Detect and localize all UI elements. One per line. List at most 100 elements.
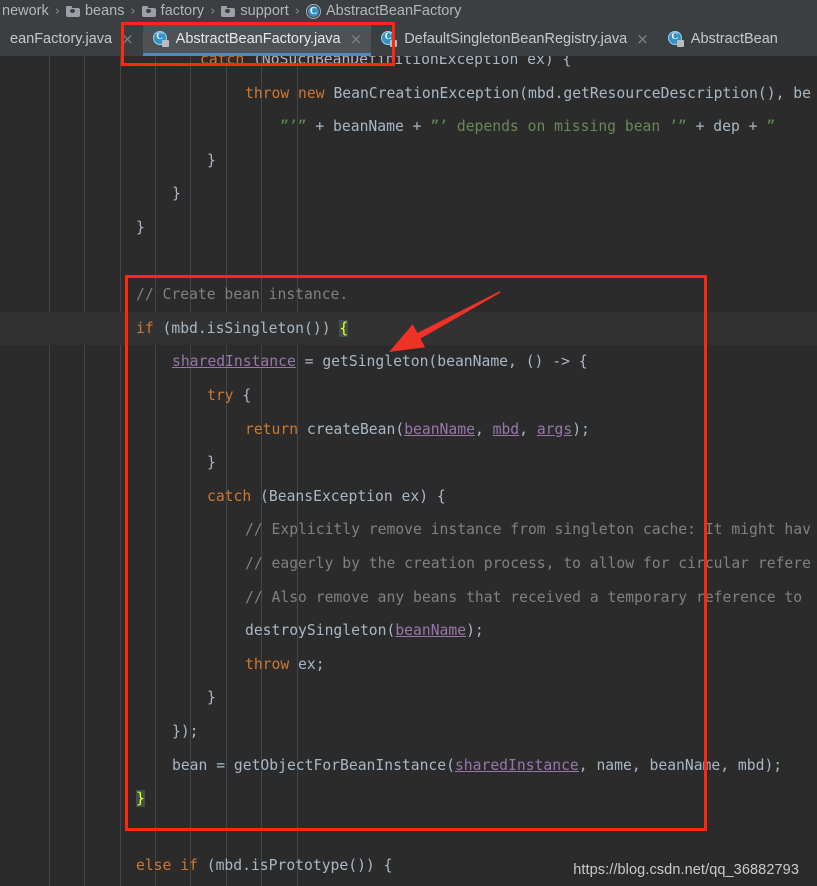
code-token: sharedInstance xyxy=(454,756,579,774)
code-token: ); xyxy=(466,622,484,640)
breadcrumb-item-nework[interactable]: nework xyxy=(0,3,51,19)
code-line[interactable]: bean = getObjectForBeanInstance(sharedIn… xyxy=(172,749,782,783)
current-line-highlight xyxy=(0,311,817,346)
breadcrumb: nework › beans › factory › support › C AbstractBe… xyxy=(0,0,817,22)
code-token: } xyxy=(207,689,216,707)
breadcrumb-item-label: factory xyxy=(160,3,205,19)
editor-tab-label: eanFactory.java xyxy=(10,31,113,47)
code-token: } xyxy=(136,219,145,236)
code-token: throw xyxy=(245,655,290,673)
code-token: (mbd.isSingleton()) xyxy=(153,319,340,337)
code-token: (NoSuchBeanDefinitionException ex) { xyxy=(253,56,572,68)
code-line[interactable]: } xyxy=(207,681,216,715)
editor-tab-0[interactable]: eanFactory.java × xyxy=(0,22,143,56)
breadcrumb-item-factory[interactable]: factory xyxy=(140,3,207,19)
breadcrumb-separator: › xyxy=(130,3,136,19)
breadcrumb-separator: › xyxy=(54,3,60,19)
code-token: else if xyxy=(136,857,198,875)
code-line[interactable]: if (mbd.isSingleton()) { xyxy=(136,312,349,346)
code-token: ” xyxy=(766,118,776,136)
code-token: (BeansException ex) { xyxy=(251,487,446,505)
code-token: mbd xyxy=(492,420,520,438)
code-line[interactable]: // eagerly by the creation process, to a… xyxy=(245,547,811,581)
code-line[interactable]: } xyxy=(172,177,181,211)
java-class-icon: C xyxy=(381,31,398,47)
ide-window: nework › beans › factory › support › C AbstractBe… xyxy=(0,0,817,886)
code-token: ”’” xyxy=(280,118,307,136)
editor-tab-label: AbstractBean xyxy=(690,31,778,47)
code-token: return xyxy=(245,420,299,438)
java-class-icon: C xyxy=(667,31,684,47)
code-token: = getSingleton(beanName, () -> { xyxy=(295,353,588,371)
code-token: } xyxy=(136,790,145,808)
folder-icon xyxy=(221,5,236,17)
code-line[interactable]: sharedInstance = getSingleton(beanName, … xyxy=(172,345,588,379)
code-line[interactable]: } xyxy=(207,446,216,480)
source-watermark: https://blog.csdn.net/qq_36882793 xyxy=(573,862,799,878)
code-token: // Create bean instance. xyxy=(136,286,349,304)
code-token: beanName xyxy=(395,622,467,640)
code-token: args xyxy=(536,420,573,438)
code-token: } xyxy=(172,185,181,203)
code-line[interactable]: } xyxy=(136,211,145,245)
close-icon[interactable]: × xyxy=(119,31,134,47)
code-lines[interactable]: catch (NoSuchBeanDefinitionException ex)… xyxy=(0,56,817,886)
code-token: ”’ depends on missing bean ’” xyxy=(430,118,687,136)
code-token: // Explicitly remove instance from singl… xyxy=(245,521,811,539)
code-token: BeanCreationException(mbd.getResourceDes… xyxy=(333,84,811,102)
code-token: { xyxy=(233,387,252,404)
code-token: catch xyxy=(207,487,252,505)
code-token: destroySingleton( xyxy=(245,622,396,640)
code-token: } xyxy=(207,151,216,169)
code-token: // Also remove any beans that received a… xyxy=(245,588,803,606)
code-token: { xyxy=(339,319,349,337)
breadcrumb-item-beans[interactable]: beans xyxy=(64,3,127,19)
editor-tab-label: AbstractBeanFactory.java xyxy=(175,31,341,47)
code-line[interactable]: destroySingleton(beanName); xyxy=(245,614,484,648)
breadcrumb-item-support[interactable]: support xyxy=(219,3,290,19)
editor-tab-3[interactable]: C AbstractBean xyxy=(658,22,787,56)
code-token: , xyxy=(474,420,493,438)
code-token: ex; xyxy=(289,655,325,673)
breadcrumb-separator: › xyxy=(294,3,300,19)
code-token: if xyxy=(136,319,154,337)
folder-icon xyxy=(141,5,156,17)
code-token: }); xyxy=(172,723,199,740)
breadcrumb-item-label: nework xyxy=(2,3,49,19)
code-token: (mbd.isPrototype()) { xyxy=(197,857,393,875)
code-token: + beanName + xyxy=(306,118,431,136)
code-token: sharedInstance xyxy=(172,353,296,371)
java-class-icon: C xyxy=(152,31,169,47)
code-token: , name, beanName, mbd); xyxy=(578,756,783,774)
breadcrumb-item-abstractbeanfactory[interactable]: C AbstractBeanFactory xyxy=(304,3,463,19)
code-token: // eagerly by the creation process, to a… xyxy=(245,555,811,572)
code-token: beanName xyxy=(404,420,475,438)
editor-tab-2[interactable]: C DefaultSingletonBeanRegistry.java × xyxy=(371,22,658,56)
breadcrumb-item-label: AbstractBeanFactory xyxy=(325,3,462,19)
code-line[interactable]: }); xyxy=(172,715,199,749)
code-line[interactable]: ”’” + beanName + ”’ depends on missing b… xyxy=(280,110,775,144)
close-icon[interactable]: × xyxy=(348,31,363,47)
code-token: try xyxy=(207,387,234,404)
code-line[interactable]: // Also remove any beans that received a… xyxy=(245,581,802,615)
breadcrumb-item-label: support xyxy=(240,3,289,19)
editor-tab-1[interactable]: C AbstractBeanFactory.java × xyxy=(142,22,372,56)
code-line[interactable]: catch (NoSuchBeanDefinitionException ex)… xyxy=(200,56,571,77)
code-line[interactable]: } xyxy=(136,782,145,816)
code-line[interactable]: catch (BeansException ex) { xyxy=(207,480,446,514)
close-icon[interactable]: × xyxy=(634,31,649,47)
editor-tab-bar: eanFactory.java × C AbstractBeanFactory.jav… xyxy=(0,22,817,56)
code-line[interactable]: // Explicitly remove instance from singl… xyxy=(245,513,811,547)
code-token: bean = getObjectForBeanInstance( xyxy=(172,756,455,774)
code-line[interactable]: throw new BeanCreationException(mbd.getR… xyxy=(245,77,811,111)
code-line[interactable]: throw ex; xyxy=(245,648,325,682)
code-line[interactable]: } xyxy=(207,144,216,178)
code-token: ); xyxy=(572,420,590,438)
code-line[interactable]: try { xyxy=(207,379,251,413)
code-line[interactable]: // Create bean instance. xyxy=(136,278,348,312)
code-line[interactable]: else if (mbd.isPrototype()) { xyxy=(136,849,392,883)
breadcrumb-item-label: beans xyxy=(84,3,125,19)
class-icon: C xyxy=(305,3,321,19)
code-line[interactable]: return createBean(beanName, mbd, args); xyxy=(245,413,590,447)
code-editor[interactable]: catch (NoSuchBeanDefinitionException ex)… xyxy=(0,56,817,886)
